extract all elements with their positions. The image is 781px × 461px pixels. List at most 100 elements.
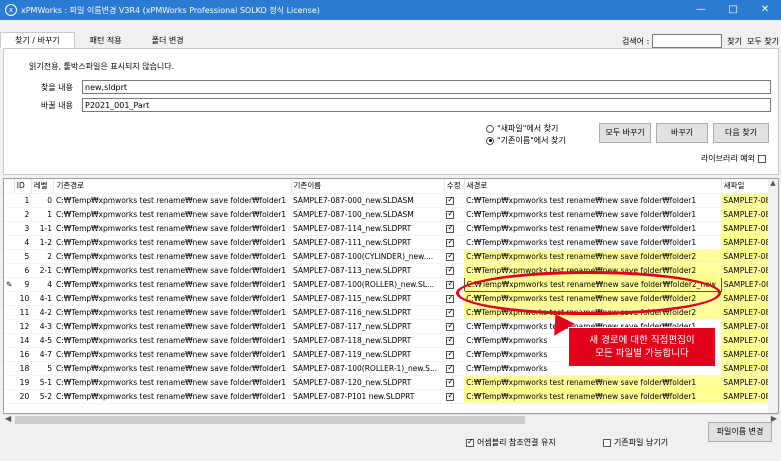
library-exclude-checkbox[interactable] <box>758 154 766 163</box>
col-level[interactable]: 레벨 <box>31 179 55 194</box>
cell-new-path[interactable]: C:₩Temp₩xpmworks test rename₩new save fo… <box>464 305 722 320</box>
table-row[interactable]: 11 4-2 C:₩Temp₩xpmworks test rename₩new sa… <box>4 305 778 320</box>
horizontal-scrollbar[interactable]: ◀ ▶ <box>3 414 779 424</box>
modify-checkbox[interactable] <box>446 223 455 233</box>
cell-new-path[interactable]: C:₩Temp₩xpmworks test rename₩new save fo… <box>464 389 722 404</box>
cell-modify-checkbox[interactable] <box>444 235 465 250</box>
cell-new-path[interactable]: C:₩Temp₩xpmworks test rename₩new save fo… <box>464 263 722 278</box>
modify-checkbox[interactable] <box>446 321 455 331</box>
modify-checkbox[interactable] <box>446 377 455 387</box>
row-marker <box>4 361 15 376</box>
close-button[interactable]: ✕ <box>749 0 781 20</box>
cell-new-path[interactable]: C:₩Temp₩xpmworks test rename₩new save fo… <box>464 291 722 306</box>
cell-modify-checkbox[interactable] <box>444 319 465 334</box>
radio-old-name-dot[interactable] <box>486 136 494 145</box>
modify-checkbox[interactable] <box>446 293 455 303</box>
cell-new-path[interactable]: C:₩Temp₩xpmworks test rename₩new save fo… <box>463 276 722 292</box>
cell-modify-checkbox[interactable] <box>444 347 465 362</box>
table-row[interactable]: ✎ 9 4 C:₩Temp₩xpmworks test rename₩new save… <box>4 276 778 292</box>
modify-checkbox[interactable] <box>446 335 455 345</box>
cell-modify-checkbox[interactable] <box>444 207 465 222</box>
cell-new-path[interactable]: C:₩Temp₩xpmworks test rename₩new save fo… <box>464 193 722 208</box>
table-row[interactable]: 20 5-2 C:₩Temp₩xpmworks test rename₩new sa… <box>4 389 778 404</box>
search-label: 검색어 : <box>621 36 650 46</box>
cell-old-name: SAMPLE7-087-114_new.SLDPRT <box>291 221 445 236</box>
tab-folder-change[interactable]: 폴더 변경 <box>137 32 199 48</box>
keep-refs-option[interactable]: 어셈블리 참조연결 유지 <box>466 437 556 448</box>
table-row[interactable]: 19 5-1 C:₩Temp₩xpmworks test rename₩new sa… <box>4 375 778 390</box>
find-button[interactable]: 찾기 <box>727 36 742 47</box>
col-id[interactable]: ID <box>14 179 32 194</box>
library-exclude-option[interactable]: 라이브러리 예외 <box>701 153 766 164</box>
cell-modify-checkbox[interactable] <box>444 263 465 278</box>
table-row[interactable]: 1 0 C:₩Temp₩xpmworks test rename₩new save … <box>4 193 778 208</box>
cell-modify-checkbox[interactable] <box>444 375 465 390</box>
keep-refs-checkbox[interactable] <box>466 437 474 447</box>
rename-button[interactable]: 파일이름 변경 <box>708 422 772 442</box>
find-all-button[interactable]: 모두 찾기 <box>747 36 779 47</box>
cell-level: 4-1 <box>31 291 54 306</box>
scroll-thumb[interactable] <box>15 416 525 424</box>
col-modify[interactable]: 수정 <box>444 179 465 194</box>
maximize-button[interactable]: □ <box>717 0 749 20</box>
search-input[interactable] <box>652 34 723 48</box>
col-new-path[interactable]: 새경로 <box>464 179 722 194</box>
keep-old-option[interactable]: 기존파일 남기기 <box>603 437 668 448</box>
cell-id: 20 <box>14 389 32 404</box>
cell-new-path[interactable]: C:₩Temp₩xpmworks test rename₩new save fo… <box>464 249 722 264</box>
row-marker <box>4 249 15 264</box>
modify-checkbox[interactable] <box>446 307 455 317</box>
modify-checkbox[interactable] <box>446 349 455 359</box>
keep-old-checkbox[interactable] <box>603 438 611 447</box>
cell-modify-checkbox[interactable] <box>444 389 465 404</box>
cell-new-path[interactable]: C:₩Temp₩xpmworks test rename₩new save fo… <box>464 221 722 236</box>
cell-modify-checkbox[interactable] <box>444 291 465 306</box>
modify-checkbox[interactable] <box>446 251 455 261</box>
cell-new-path[interactable]: C:₩Temp₩xpmworks test rename₩new save fo… <box>464 207 722 222</box>
radio-old-name[interactable]: "기존이름"에서 찾기 <box>486 135 566 146</box>
radio-new-file-label: "새파일"에서 찾기 <box>497 124 559 133</box>
cell-new-path[interactable]: C:₩Temp₩xpmworks test rename₩new save fo… <box>464 375 722 390</box>
table-row[interactable]: 10 4-1 C:₩Temp₩xpmworks test rename₩new sa… <box>4 291 778 306</box>
cell-id: 19 <box>14 375 32 390</box>
table-row[interactable]: 5 2 C:₩Temp₩xpmworks test rename₩new save … <box>4 249 778 264</box>
cell-id: 12 <box>14 319 32 334</box>
cell-modify-checkbox[interactable] <box>444 221 465 236</box>
modify-checkbox[interactable] <box>446 391 455 401</box>
col-old-path[interactable]: 기존경로 <box>53 179 292 194</box>
scroll-up-icon[interactable]: ▲ <box>768 179 778 187</box>
vertical-scrollbar[interactable]: ▲ <box>768 179 778 413</box>
table-row[interactable]: 4 1-2 C:₩Temp₩xpmworks test rename₩new sav… <box>4 235 778 250</box>
table-row[interactable]: 3 1-1 C:₩Temp₩xpmworks test rename₩new sav… <box>4 221 778 236</box>
radio-new-file[interactable]: "새파일"에서 찾기 <box>486 123 558 134</box>
cell-id: 4 <box>14 235 32 250</box>
radio-new-file-dot[interactable] <box>486 124 494 133</box>
table-row[interactable]: 6 2-1 C:₩Temp₩xpmworks test rename₩new sav… <box>4 263 778 278</box>
modify-checkbox[interactable] <box>446 363 455 373</box>
cell-modify-checkbox[interactable] <box>444 305 465 320</box>
cell-modify-checkbox[interactable] <box>444 193 465 208</box>
modify-checkbox[interactable] <box>446 209 455 219</box>
modify-checkbox[interactable] <box>446 195 455 205</box>
row-marker <box>4 389 15 404</box>
cell-modify-checkbox[interactable] <box>444 249 465 264</box>
find-next-button[interactable]: 다음 찾기 <box>713 123 769 143</box>
table-row[interactable]: 2 1 C:₩Temp₩xpmworks test rename₩new save … <box>4 207 778 222</box>
find-input[interactable] <box>82 80 771 94</box>
scroll-left-icon[interactable]: ◀ <box>5 414 11 423</box>
cell-new-path[interactable]: C:₩Temp₩xpmworks test rename₩new save fo… <box>464 235 722 250</box>
modify-checkbox[interactable] <box>446 279 455 289</box>
col-old-name[interactable]: 기존이름 <box>291 179 445 194</box>
replace-all-button[interactable]: 모두 바꾸기 <box>599 123 651 143</box>
minimize-button[interactable]: — <box>685 0 717 20</box>
keep-refs-label: 어셈블리 참조연결 유지 <box>477 438 556 447</box>
tab-pattern[interactable]: 패턴 적용 <box>75 32 137 48</box>
replace-input[interactable] <box>82 98 771 112</box>
cell-modify-checkbox[interactable] <box>444 277 465 292</box>
modify-checkbox[interactable] <box>446 237 455 247</box>
cell-modify-checkbox[interactable] <box>444 361 465 376</box>
modify-checkbox[interactable] <box>446 265 455 275</box>
replace-button[interactable]: 바꾸기 <box>656 123 708 143</box>
tab-find-replace[interactable]: 찾기 / 바꾸기 <box>0 32 75 48</box>
cell-modify-checkbox[interactable] <box>444 333 465 348</box>
